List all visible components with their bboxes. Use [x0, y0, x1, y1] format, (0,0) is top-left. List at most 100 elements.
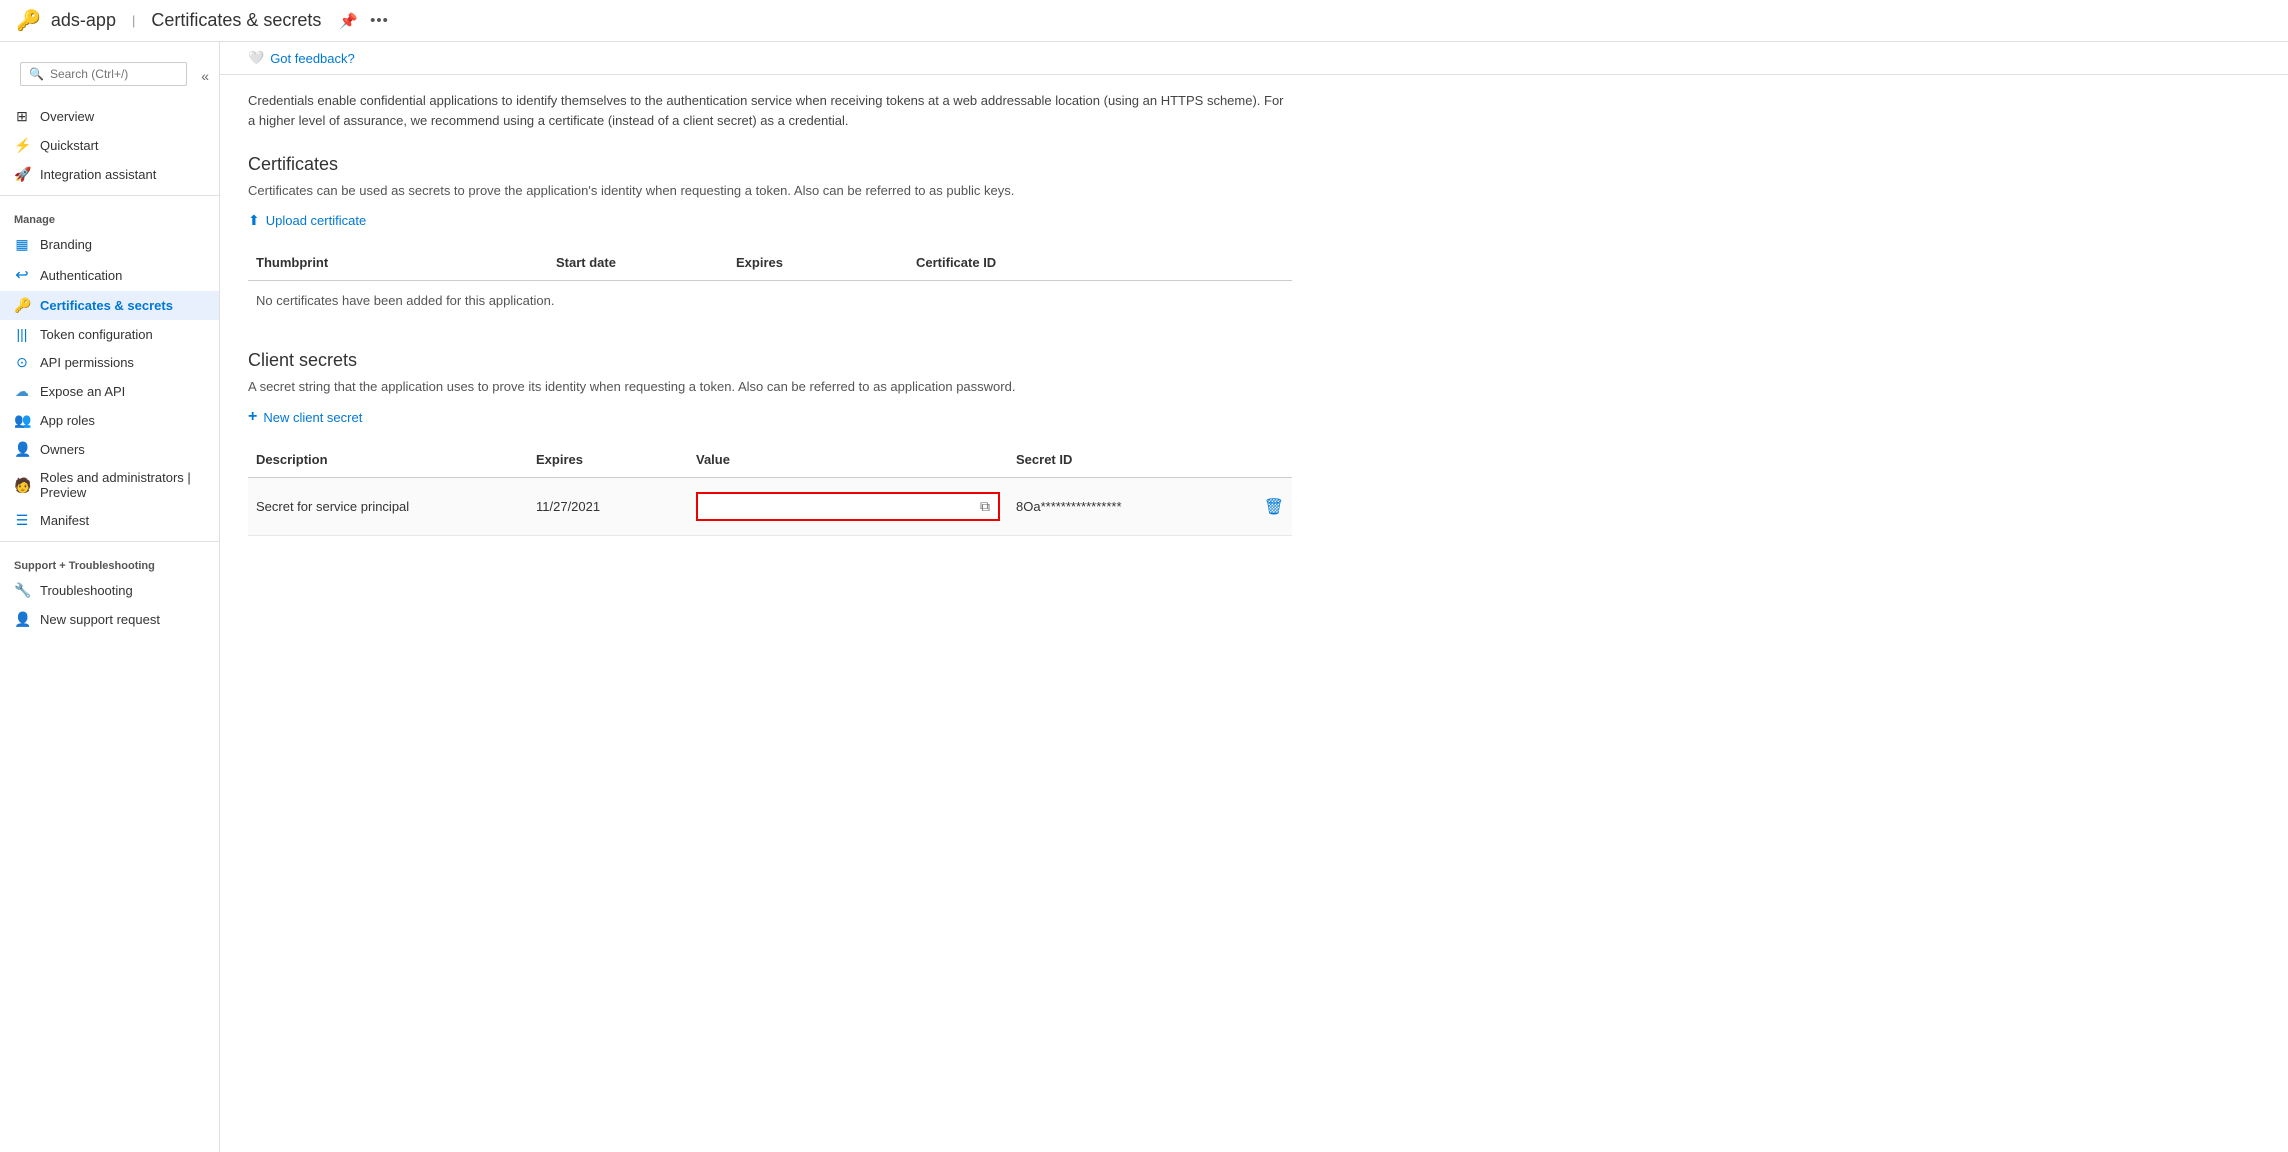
sidebar-label-quickstart: Quickstart: [40, 138, 99, 153]
feedback-label: Got feedback?: [270, 51, 355, 66]
branding-icon: ▦: [14, 236, 30, 253]
heart-icon: 🤍: [248, 50, 264, 66]
sidebar-search-container: 🔍: [20, 62, 187, 86]
page-title: Certificates & secrets: [151, 10, 321, 31]
sidebar-item-expose-api[interactable]: ☁ Expose an API: [0, 377, 219, 406]
plus-icon: +: [248, 408, 257, 426]
secret-expires: 11/27/2021: [528, 489, 688, 524]
content-area: 🤍 Got feedback? Credentials enable confi…: [220, 42, 2288, 1152]
sidebar-item-certificates-secrets[interactable]: 🔑 Certificates & secrets: [0, 291, 219, 320]
client-secrets-title: Client secrets: [248, 350, 1292, 371]
sidebar-label-api-permissions: API permissions: [40, 355, 134, 370]
client-secrets-description: A secret string that the application use…: [248, 379, 1292, 394]
support-section-label: Support + Troubleshooting: [0, 548, 219, 576]
certificates-icon: 🔑: [14, 297, 30, 314]
secret-value-cell: ⧉: [688, 478, 1008, 535]
sidebar-divider-1: [0, 195, 219, 196]
expose-api-icon: ☁: [14, 383, 30, 400]
sidebar-label-manifest: Manifest: [40, 513, 89, 528]
troubleshooting-icon: 🔧: [14, 582, 30, 599]
col-expires-secrets: Expires: [528, 448, 688, 471]
value-input-container: ⧉: [696, 492, 1000, 521]
sidebar-label-overview: Overview: [40, 109, 94, 124]
owners-icon: 👤: [14, 441, 30, 458]
sidebar: 🔍 « ⊞ Overview ⚡ Quickstart 🚀 Integratio…: [0, 42, 220, 1152]
search-icon: 🔍: [29, 67, 44, 81]
sidebar-item-integration-assistant[interactable]: 🚀 Integration assistant: [0, 160, 219, 189]
col-thumbprint: Thumbprint: [248, 251, 548, 274]
intro-description: Credentials enable confidential applicat…: [248, 91, 1292, 130]
col-description: Description: [248, 448, 528, 471]
collapse-sidebar-button[interactable]: «: [201, 68, 209, 84]
upload-icon: ⬆: [248, 212, 260, 229]
manifest-icon: ☰: [14, 512, 30, 529]
sidebar-label-integration: Integration assistant: [40, 167, 156, 182]
copy-value-icon[interactable]: ⧉: [980, 498, 990, 515]
sidebar-label-roles-admin: Roles and administrators | Preview: [40, 470, 205, 500]
upload-certificate-button[interactable]: ⬆ Upload certificate: [248, 212, 1292, 229]
client-secrets-section: Client secrets A secret string that the …: [248, 350, 1292, 536]
sidebar-item-token-configuration[interactable]: ||| Token configuration: [0, 320, 219, 348]
roles-admin-icon: 🧑: [14, 477, 30, 494]
content-inner: Credentials enable confidential applicat…: [220, 75, 1320, 552]
secret-id: 8Oa****************: [1016, 499, 1122, 514]
sidebar-label-token: Token configuration: [40, 327, 153, 342]
certificates-section: Certificates Certificates can be used as…: [248, 154, 1292, 320]
sidebar-label-new-support: New support request: [40, 612, 160, 627]
new-client-secret-button[interactable]: + New client secret: [248, 408, 1292, 426]
page-header: 🔑 ads-app | Certificates & secrets 📌 •••: [0, 0, 2288, 42]
sidebar-label-expose-api: Expose an API: [40, 384, 125, 399]
sidebar-item-overview[interactable]: ⊞ Overview: [0, 102, 219, 131]
new-secret-label: New client secret: [263, 410, 362, 425]
col-secret-id: Secret ID: [1008, 448, 1292, 471]
sidebar-item-authentication[interactable]: ↩ Authentication: [0, 259, 219, 291]
authentication-icon: ↩: [14, 265, 30, 285]
certificates-empty-message: No certificates have been added for this…: [248, 281, 1292, 320]
app-icon: 🔑: [16, 8, 41, 33]
sidebar-label-owners: Owners: [40, 442, 85, 457]
header-separator: |: [132, 13, 135, 28]
secrets-table-header: Description Expires Value Secret ID: [248, 442, 1292, 478]
manage-section-label: Manage: [0, 202, 219, 230]
overview-icon: ⊞: [14, 108, 30, 125]
sidebar-item-new-support[interactable]: 👤 New support request: [0, 605, 219, 634]
certificates-table-header: Thumbprint Start date Expires Certificat…: [248, 245, 1292, 281]
sidebar-label-branding: Branding: [40, 237, 92, 252]
more-options-icon[interactable]: •••: [370, 12, 389, 29]
col-start-date: Start date: [548, 251, 728, 274]
table-row: Secret for service principal 11/27/2021 …: [248, 478, 1292, 536]
support-icon: 👤: [14, 611, 30, 628]
app-name: ads-app: [51, 10, 116, 31]
col-value: Value: [688, 448, 1008, 471]
sidebar-divider-2: [0, 541, 219, 542]
sidebar-item-quickstart[interactable]: ⚡ Quickstart: [0, 131, 219, 160]
secret-description: Secret for service principal: [248, 489, 528, 524]
sidebar-item-api-permissions[interactable]: ⊙ API permissions: [0, 348, 219, 377]
feedback-bar[interactable]: 🤍 Got feedback?: [220, 42, 2288, 75]
sidebar-item-owners[interactable]: 👤 Owners: [0, 435, 219, 464]
sidebar-item-roles-administrators[interactable]: 🧑 Roles and administrators | Preview: [0, 464, 219, 506]
header-actions: 📌 •••: [339, 12, 388, 30]
sidebar-label-certificates: Certificates & secrets: [40, 298, 173, 313]
upload-label: Upload certificate: [266, 213, 366, 228]
sidebar-label-authentication: Authentication: [40, 268, 122, 283]
sidebar-label-troubleshooting: Troubleshooting: [40, 583, 133, 598]
certificates-title: Certificates: [248, 154, 1292, 175]
col-certificate-id: Certificate ID: [908, 251, 1292, 274]
main-layout: 🔍 « ⊞ Overview ⚡ Quickstart 🚀 Integratio…: [0, 42, 2288, 1152]
token-icon: |||: [14, 326, 30, 342]
col-expires: Expires: [728, 251, 908, 274]
sidebar-item-manifest[interactable]: ☰ Manifest: [0, 506, 219, 535]
delete-secret-icon[interactable]: 🗑: [1264, 497, 1284, 517]
sidebar-item-app-roles[interactable]: 👥 App roles: [0, 406, 219, 435]
sidebar-label-app-roles: App roles: [40, 413, 95, 428]
app-roles-icon: 👥: [14, 412, 30, 429]
sidebar-item-branding[interactable]: ▦ Branding: [0, 230, 219, 259]
pin-icon[interactable]: 📌: [339, 12, 358, 30]
secret-id-cell: 8Oa**************** 🗑: [1008, 487, 1292, 527]
certificates-description: Certificates can be used as secrets to p…: [248, 183, 1292, 198]
quickstart-icon: ⚡: [14, 137, 30, 154]
search-input[interactable]: [50, 67, 178, 81]
sidebar-item-troubleshooting[interactable]: 🔧 Troubleshooting: [0, 576, 219, 605]
api-permissions-icon: ⊙: [14, 354, 30, 371]
